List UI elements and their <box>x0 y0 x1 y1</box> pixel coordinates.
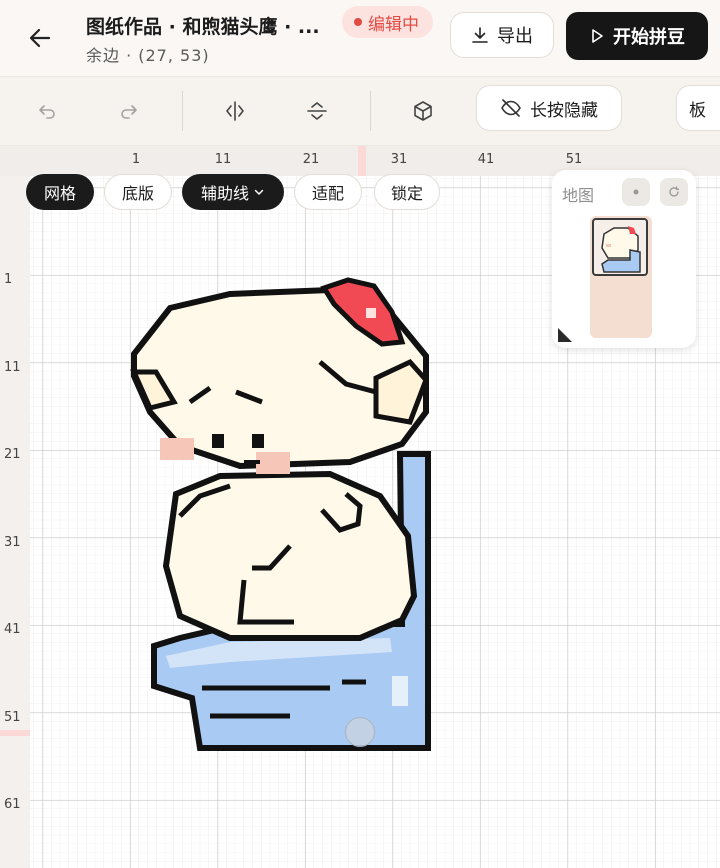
board-label: 板 <box>689 100 706 121</box>
minimap-refresh-button[interactable] <box>660 178 688 206</box>
minimap-preview <box>590 216 652 338</box>
start-beading-button[interactable]: 开始拼豆 <box>566 12 708 60</box>
ruler-x-label: 1 <box>131 152 141 167</box>
download-icon <box>472 27 488 43</box>
lock-chip[interactable]: 锁定 <box>374 174 440 210</box>
status-badge: 编辑中 <box>342 6 433 38</box>
undo-icon <box>39 105 55 119</box>
toolbar: 长按隐藏 板 <box>0 77 720 146</box>
grid-toggle-chip[interactable]: 网格 <box>26 174 94 210</box>
hide-label: 长按隐藏 <box>530 100 598 121</box>
export-button[interactable]: 导出 <box>450 12 554 58</box>
ruler-x-label: 31 <box>390 152 408 167</box>
pixel-art-character <box>130 277 431 751</box>
blush-right <box>256 452 290 474</box>
minimap-viewport[interactable] <box>592 218 648 276</box>
play-icon <box>592 29 603 43</box>
3d-view-button[interactable] <box>406 95 440 127</box>
lock-chip-label: 锁定 <box>390 184 423 203</box>
arrow-left-icon <box>29 28 51 48</box>
ruler-y-label: 61 <box>4 797 21 812</box>
ruler-position-marker <box>0 730 30 736</box>
minimap-thumbnail <box>601 226 641 273</box>
undo-button[interactable] <box>30 95 64 127</box>
guides-chip-label: 辅助线 <box>200 184 249 203</box>
toolbar-divider <box>370 91 371 131</box>
flip-vertical-icon <box>307 102 327 120</box>
ruler-y-label: 11 <box>4 360 21 375</box>
flip-horizontal-icon <box>226 101 244 121</box>
ruler-y-label: 41 <box>4 622 21 637</box>
ruler-y-label: 1 <box>4 272 13 287</box>
page-title: 图纸作品 · 和煦猫头鹰 · ... <box>86 16 320 38</box>
header-bar: 图纸作品 · 和煦猫头鹰 · ... 余边 · (27, 53) 编辑中 导出 … <box>0 0 720 77</box>
minimap-resize-handle[interactable] <box>558 328 572 342</box>
status-dot-icon <box>354 18 362 26</box>
ruler-x-label: 11 <box>214 152 232 167</box>
page-subtitle: 余边 · (27, 53) <box>86 46 210 65</box>
ruler-y-label: 21 <box>4 447 21 462</box>
long-press-hide-button[interactable]: 长按隐藏 <box>476 85 622 131</box>
dot-icon <box>633 189 639 195</box>
board-button[interactable]: 板 <box>676 85 720 131</box>
ruler-position-marker <box>358 146 366 176</box>
redo-icon <box>121 105 137 119</box>
flip-vertical-button[interactable] <box>300 95 334 127</box>
minimap-panel[interactable]: 地图 <box>552 170 696 348</box>
base-chip-label: 底版 <box>121 184 154 203</box>
fit-chip-label: 适配 <box>311 184 344 203</box>
drag-handle[interactable] <box>345 717 375 747</box>
refresh-icon <box>669 186 680 197</box>
start-label: 开始拼豆 <box>613 27 685 48</box>
flip-horizontal-button[interactable] <box>218 95 252 127</box>
cup-shine <box>392 676 408 706</box>
export-label: 导出 <box>497 26 533 47</box>
toolbar-divider <box>182 91 183 131</box>
eye-left <box>212 434 224 448</box>
redo-button[interactable] <box>112 95 146 127</box>
ruler-x-label: 41 <box>477 152 495 167</box>
status-label: 编辑中 <box>368 14 419 35</box>
ruler-y-label: 51 <box>4 710 21 725</box>
fit-chip[interactable]: 适配 <box>294 174 362 210</box>
ruler-x-label: 51 <box>565 152 583 167</box>
ruler-x-label: 21 <box>302 152 320 167</box>
cube-icon <box>414 101 432 121</box>
back-button[interactable] <box>24 24 56 52</box>
minimap-collapse-button[interactable] <box>622 178 650 206</box>
blush-left <box>160 438 194 460</box>
bow-highlight <box>366 308 376 318</box>
eye-right <box>252 434 264 448</box>
eye-off-icon <box>501 99 521 117</box>
grid-chip-label: 网格 <box>43 184 76 203</box>
body-shape <box>162 470 418 641</box>
ruler-y-label: 31 <box>4 535 21 550</box>
guides-dropdown-chip[interactable]: 辅助线 <box>182 174 284 210</box>
chevron-down-icon <box>254 189 264 196</box>
base-toggle-chip[interactable]: 底版 <box>104 174 172 210</box>
minimap-label: 地图 <box>562 186 595 205</box>
